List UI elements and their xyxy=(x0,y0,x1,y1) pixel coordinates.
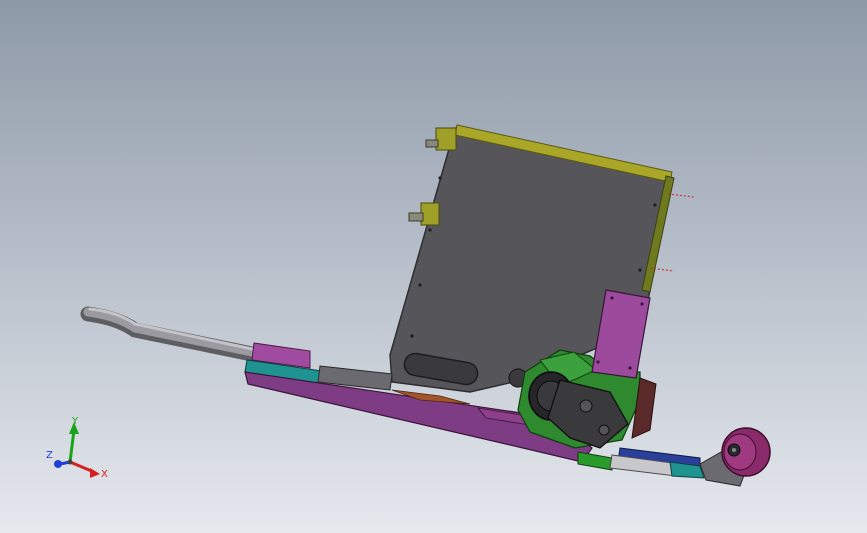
triad-x-label: X xyxy=(101,469,108,480)
triad-x-axis: X xyxy=(69,460,108,480)
3d-viewport[interactable]: Y X Z xyxy=(0,0,867,533)
triad-y-axis: Y xyxy=(68,416,79,463)
triad-origin xyxy=(67,459,73,465)
triad-z-label: Z xyxy=(46,450,53,461)
triad-z-axis: Z xyxy=(46,450,71,468)
cad-model-render[interactable] xyxy=(0,0,867,533)
hose-assembly[interactable] xyxy=(80,306,260,362)
triad-y-label: Y xyxy=(71,416,79,427)
coordinate-triad[interactable]: Y X Z xyxy=(40,410,120,490)
caster-wheel[interactable] xyxy=(721,427,771,477)
wheel-arm[interactable] xyxy=(577,447,747,487)
